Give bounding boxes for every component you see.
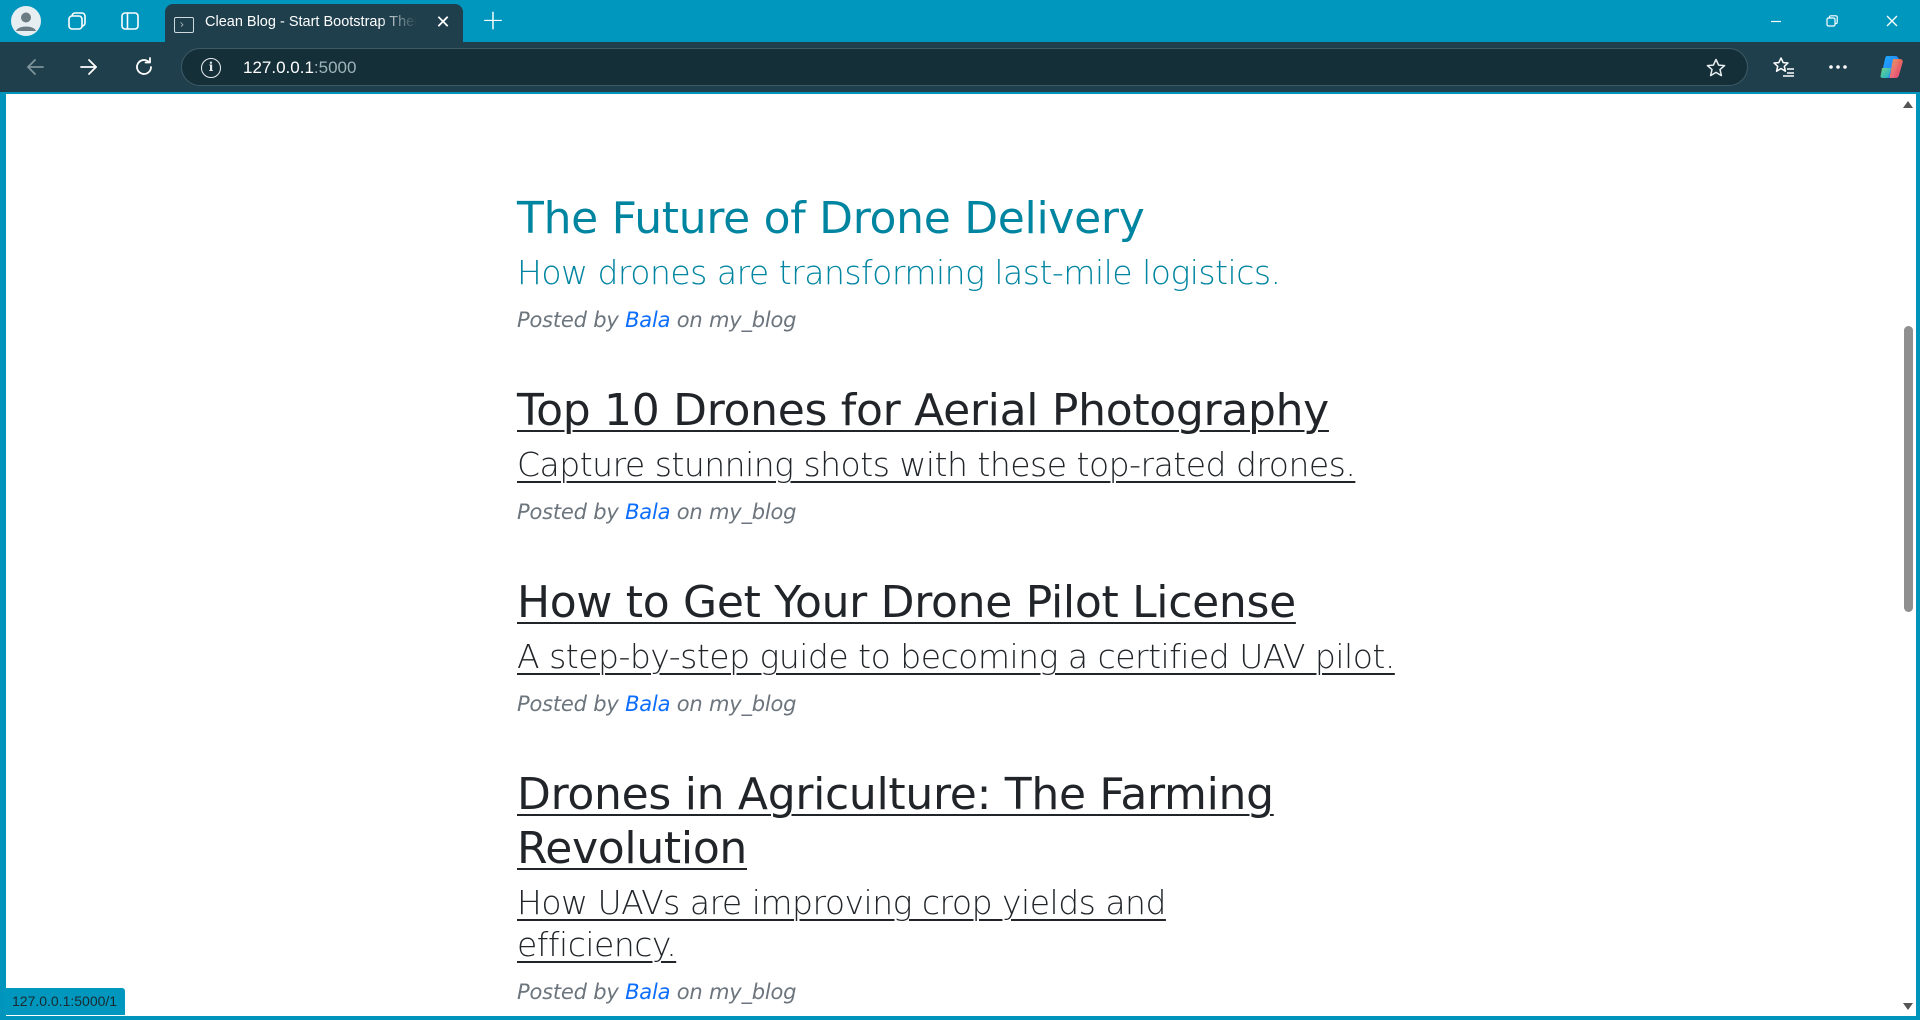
scroll-up-arrow-icon[interactable] bbox=[1903, 101, 1913, 108]
post-preview[interactable]: Top 10 Drones for Aerial Photography Cap… bbox=[517, 384, 1417, 526]
post-title-link[interactable]: Drones in Agriculture: The Farming Revol… bbox=[517, 768, 1297, 876]
post-subtitle-link[interactable]: Capture stunning shots with these top-ra… bbox=[517, 444, 1417, 486]
post-preview[interactable]: Drones in Agriculture: The Farming Revol… bbox=[517, 768, 1297, 1006]
forward-arrow-icon[interactable] bbox=[72, 50, 106, 84]
workspaces-icon[interactable] bbox=[62, 9, 92, 33]
author-link[interactable]: Bala bbox=[625, 692, 670, 716]
refresh-icon[interactable] bbox=[127, 50, 161, 84]
tab-title: Clean Blog - Start Bootstrap Theme bbox=[205, 14, 417, 30]
post-title-link[interactable]: Top 10 Drones for Aerial Photography bbox=[517, 384, 1417, 438]
posted-by-label: Posted by bbox=[517, 980, 619, 1004]
post-subtitle-link[interactable]: How drones are transforming last-mile lo… bbox=[517, 252, 1417, 294]
vertical-scrollbar[interactable] bbox=[1899, 94, 1916, 1016]
site-info-icon[interactable]: i bbox=[201, 58, 221, 78]
favorite-star-icon[interactable] bbox=[1705, 57, 1727, 79]
post-meta: Posted by Bala on my_blog bbox=[517, 690, 1417, 718]
posted-by-label: Posted by bbox=[517, 308, 619, 332]
blog-name-label: on my_blog bbox=[676, 500, 797, 524]
close-window-icon[interactable] bbox=[1864, 0, 1920, 42]
blog-name-label: on my_blog bbox=[676, 692, 797, 716]
author-link[interactable]: Bala bbox=[625, 500, 670, 524]
browser-tab-active[interactable]: Clean Blog - Start Bootstrap Theme ✕ bbox=[165, 4, 463, 42]
page-viewport: The Future of Drone Delivery How drones … bbox=[6, 94, 1899, 1016]
close-icon[interactable]: ✕ bbox=[433, 13, 453, 33]
profile-avatar-icon[interactable] bbox=[11, 6, 41, 36]
blog-name-label: on my_blog bbox=[676, 308, 797, 332]
post-title-link[interactable]: The Future of Drone Delivery bbox=[517, 192, 1417, 246]
post-meta: Posted by Bala on my_blog bbox=[517, 978, 1297, 1006]
more-options-icon[interactable] bbox=[1822, 52, 1854, 82]
post-meta: Posted by Bala on my_blog bbox=[517, 498, 1417, 526]
back-arrow-icon[interactable] bbox=[18, 50, 52, 84]
scroll-down-arrow-icon[interactable] bbox=[1903, 1003, 1913, 1010]
scrollbar-thumb[interactable] bbox=[1904, 326, 1913, 612]
browser-titlebar: Clean Blog - Start Bootstrap Theme ✕ + bbox=[0, 0, 1920, 42]
post-preview[interactable]: How to Get Your Drone Pilot License A st… bbox=[517, 576, 1417, 718]
blog-name-label: on my_blog bbox=[676, 980, 797, 1004]
address-bar[interactable]: i 127.0.0.1:5000 bbox=[181, 48, 1748, 86]
post-subtitle-link[interactable]: How UAVs are improving crop yields and e… bbox=[517, 882, 1297, 966]
posted-by-label: Posted by bbox=[517, 692, 619, 716]
vertical-tabs-icon[interactable] bbox=[115, 9, 145, 33]
posted-by-label: Posted by bbox=[517, 500, 619, 524]
copilot-icon[interactable] bbox=[1876, 52, 1908, 82]
link-status-url: 127.0.0.1:5000/1 bbox=[4, 988, 126, 1015]
browser-toolbar: i 127.0.0.1:5000 bbox=[0, 42, 1920, 92]
post-meta: Posted by Bala on my_blog bbox=[517, 306, 1417, 334]
post-preview[interactable]: The Future of Drone Delivery How drones … bbox=[517, 192, 1417, 334]
post-title-link[interactable]: How to Get Your Drone Pilot License bbox=[517, 576, 1417, 630]
restore-icon[interactable] bbox=[1804, 0, 1860, 42]
post-subtitle-link[interactable]: A step-by-step guide to becoming a certi… bbox=[517, 636, 1417, 678]
terminal-favicon-icon bbox=[174, 17, 194, 33]
url-port: :5000 bbox=[313, 58, 357, 77]
address-url[interactable]: 127.0.0.1:5000 bbox=[243, 58, 356, 78]
favorites-list-icon[interactable] bbox=[1768, 52, 1800, 82]
author-link[interactable]: Bala bbox=[625, 980, 670, 1004]
url-host: 127.0.0.1 bbox=[243, 58, 314, 77]
minimize-icon[interactable] bbox=[1748, 0, 1804, 42]
author-link[interactable]: Bala bbox=[625, 308, 670, 332]
new-tab-icon[interactable]: + bbox=[478, 6, 508, 36]
